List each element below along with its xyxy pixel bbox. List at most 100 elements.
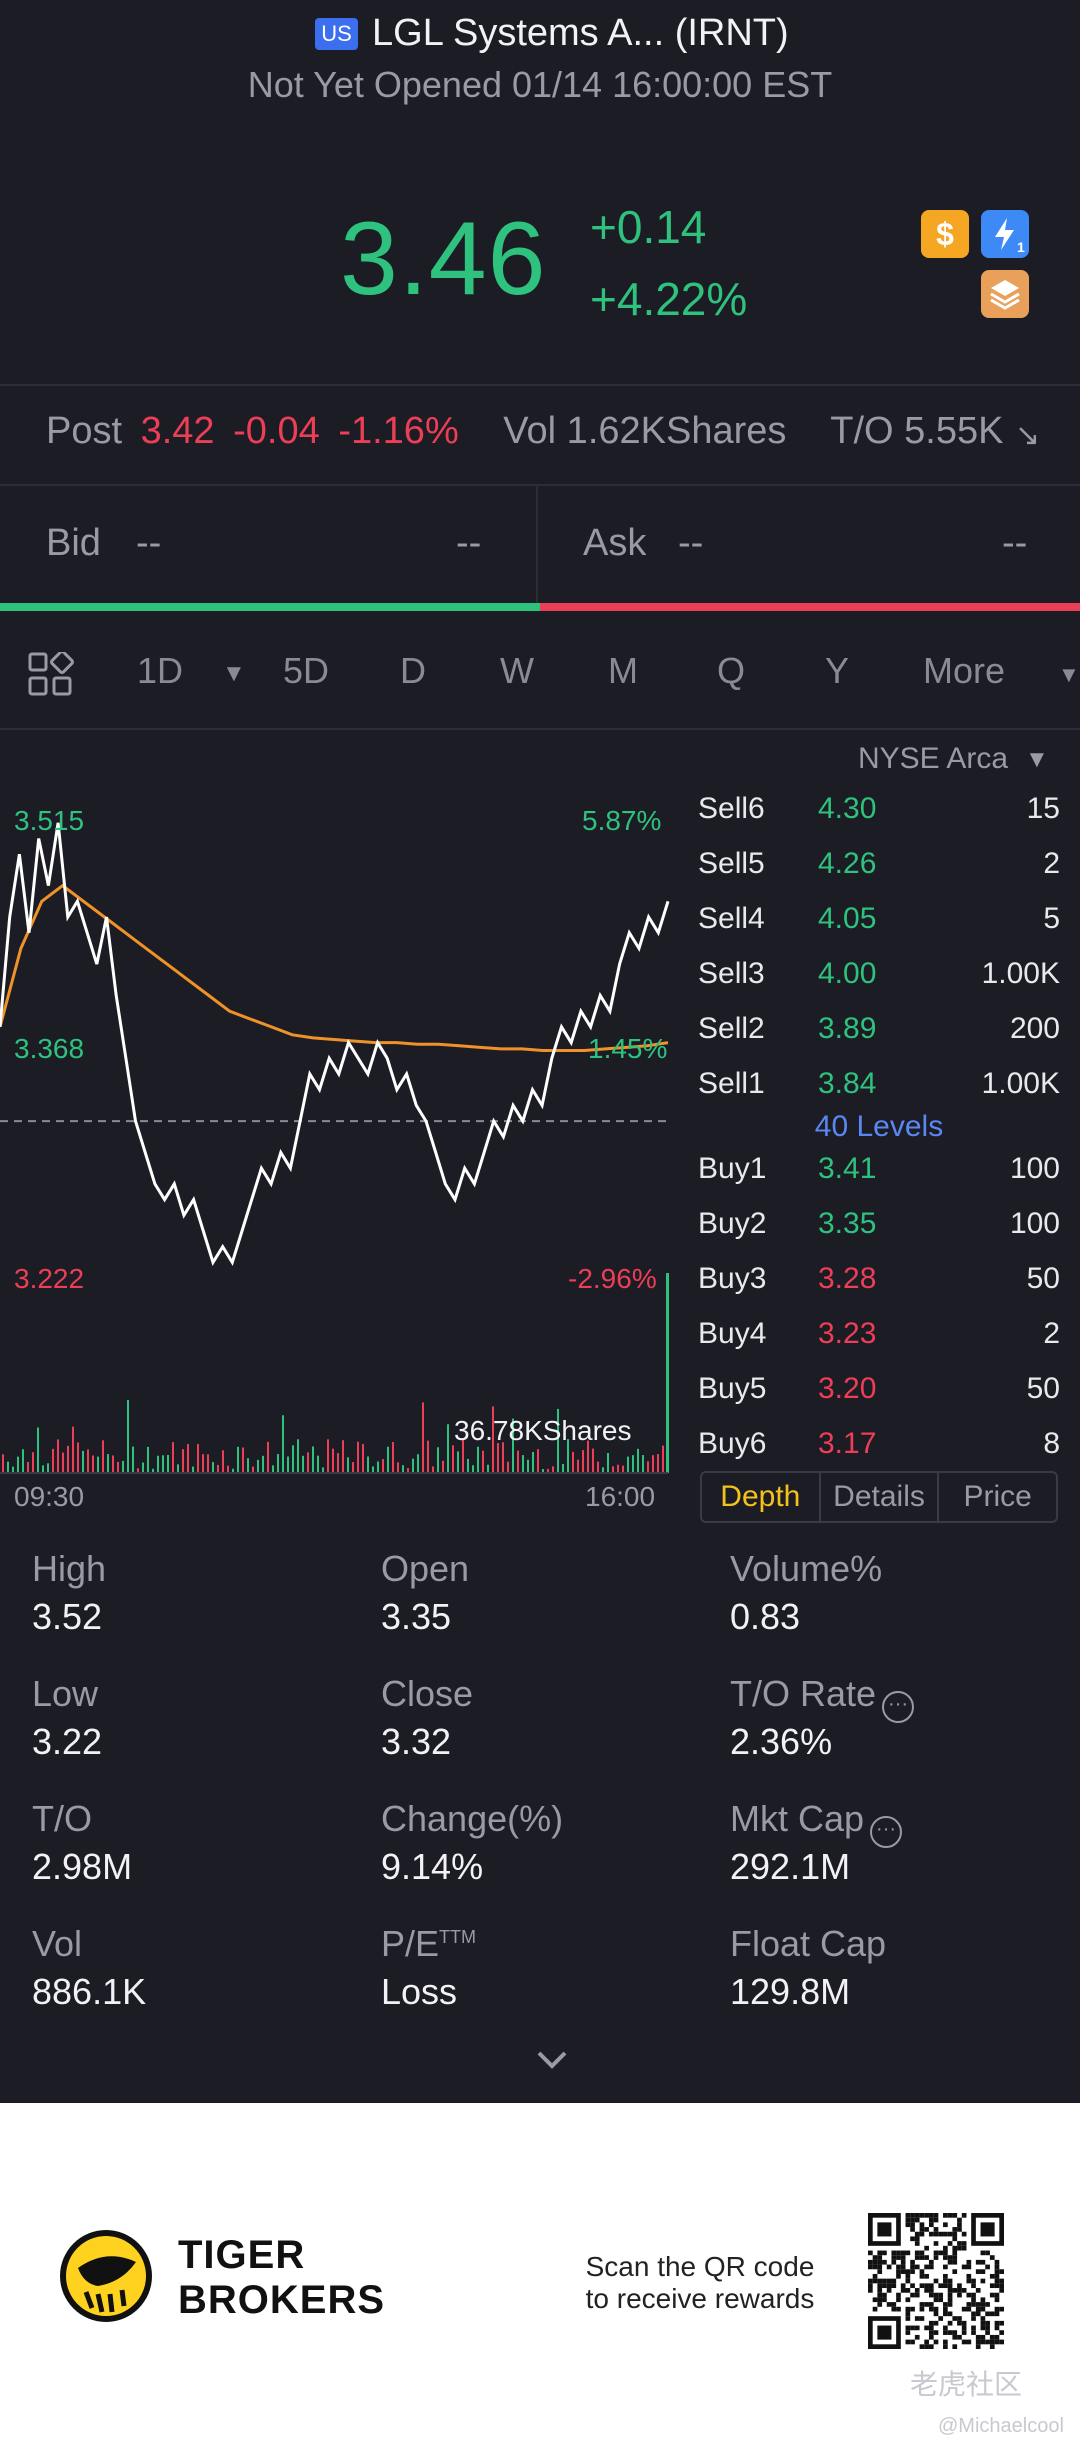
volume-bar xyxy=(257,1459,259,1473)
layers-icon[interactable] xyxy=(981,270,1029,318)
volume-bar xyxy=(182,1449,184,1473)
volume-bar xyxy=(202,1454,204,1473)
price-change-percent: +4.22% xyxy=(590,273,748,325)
chart-mid-percent: 1.45% xyxy=(588,1033,668,1064)
sell-qty: 200 xyxy=(1009,1012,1060,1045)
volume-bar xyxy=(452,1445,454,1473)
volume-bar xyxy=(352,1462,354,1473)
sell-price: 4.00 xyxy=(818,957,877,990)
volume-bar xyxy=(642,1455,644,1473)
chevron-down-icon[interactable]: ▼ xyxy=(1025,746,1049,774)
volume-bar xyxy=(27,1461,29,1473)
period-tabs: 1D ▼ 5D D W M Q Y More ▼ xyxy=(0,630,1080,730)
buy-row[interactable]: Buy2 3.35 100 xyxy=(698,1207,1060,1247)
tab-depth[interactable]: Depth xyxy=(702,1473,821,1521)
tab-price[interactable]: Price xyxy=(939,1473,1056,1521)
volume-bar xyxy=(362,1444,364,1473)
volume-bar xyxy=(392,1441,394,1473)
buy-row[interactable]: Buy3 3.28 50 xyxy=(698,1262,1060,1302)
volume-bar xyxy=(397,1462,399,1473)
buy-row[interactable]: Buy5 3.20 50 xyxy=(698,1372,1060,1412)
tiger-brokers-logo xyxy=(60,2230,152,2322)
tab-details[interactable]: Details xyxy=(821,1473,940,1521)
buy-price: 3.28 xyxy=(818,1262,877,1295)
tab-dropdown-icon[interactable]: ▼ xyxy=(222,660,246,688)
info-icon[interactable]: ··· xyxy=(870,1816,903,1848)
volume-bar xyxy=(262,1455,264,1473)
sell-level-name: Sell3 xyxy=(698,957,765,990)
sell-row[interactable]: Sell5 4.26 2 xyxy=(698,847,1060,887)
intraday-chart[interactable]: 3.515 5.87% 3.368 1.45% 3.222 -2.96% 36.… xyxy=(0,735,680,1512)
buy-qty: 100 xyxy=(1009,1207,1060,1240)
sell-row[interactable]: Sell3 4.00 1.00K xyxy=(698,957,1060,997)
info-icon[interactable]: ··· xyxy=(882,1691,915,1723)
buy-row[interactable]: Buy4 3.23 2 xyxy=(698,1317,1060,1357)
stock-title[interactable]: LGL Systems A... (IRNT) xyxy=(372,12,789,55)
tab-5d[interactable]: 5D xyxy=(283,650,329,692)
volume-bar xyxy=(82,1450,84,1473)
grid-icon[interactable] xyxy=(28,652,74,698)
stat-change-label: Change(%) xyxy=(381,1798,564,1839)
dollar-icon[interactable]: $ xyxy=(921,210,969,258)
tab-more[interactable]: More xyxy=(923,650,1005,692)
chart-low-percent: -2.96% xyxy=(568,1263,657,1294)
chart-high-percent: 5.87% xyxy=(582,805,662,836)
tab-y[interactable]: Y xyxy=(825,650,849,692)
expand-arrow-icon[interactable]: ↘ xyxy=(1015,418,1040,453)
chart-time-end: 16:00 xyxy=(585,1481,656,1512)
sell-price: 3.89 xyxy=(818,1012,877,1045)
sell-price: 3.84 xyxy=(818,1067,877,1100)
volume-bar xyxy=(457,1451,459,1473)
post-market-row: Post 3.42 -0.04 -1.16% Vol 1.62KShares T… xyxy=(46,410,1011,453)
scan-text-line2: to receive rewards xyxy=(585,2283,815,2314)
stat-volume-pct-value: 0.83 xyxy=(730,1596,801,1637)
market-badge: US xyxy=(315,18,358,50)
buy-qty: 50 xyxy=(1026,1262,1060,1295)
sell-row[interactable]: Sell2 3.89 200 xyxy=(698,1012,1060,1052)
sell-row[interactable]: Sell6 4.30 15 xyxy=(698,792,1060,832)
volume-bar xyxy=(87,1449,89,1473)
sell-qty: 5 xyxy=(1043,902,1060,935)
stat-change-value: 9.14% xyxy=(381,1846,484,1887)
exchange-selector[interactable]: NYSE Arca xyxy=(858,742,1008,776)
sell-row[interactable]: Sell4 4.05 5 xyxy=(698,902,1060,942)
ask-size: -- xyxy=(1002,522,1028,564)
tab-1d[interactable]: 1D xyxy=(137,650,183,692)
buy-qty: 2 xyxy=(1043,1317,1060,1350)
ask-ratio-bar xyxy=(540,603,1080,611)
tab-d[interactable]: D xyxy=(400,650,426,692)
volume-bar xyxy=(292,1445,294,1473)
volume-bar xyxy=(437,1447,439,1473)
sell-qty: 15 xyxy=(1026,792,1060,825)
buy-row[interactable]: Buy6 3.17 8 xyxy=(698,1427,1060,1467)
post-price: 3.42 xyxy=(140,410,215,452)
stat-open-value: 3.35 xyxy=(381,1596,452,1637)
volume-bar xyxy=(482,1450,484,1473)
buy-row[interactable]: Buy1 3.41 100 xyxy=(698,1152,1060,1192)
levels-link[interactable]: 40 Levels xyxy=(698,1110,1060,1144)
stat-to-label: T/O xyxy=(32,1798,92,1839)
volume-bar xyxy=(427,1440,429,1473)
stat-vol-label: Vol xyxy=(32,1923,83,1964)
volume-bar xyxy=(217,1464,219,1473)
volume-bar xyxy=(622,1465,624,1473)
volume-bar xyxy=(17,1456,19,1473)
stat-mkt-cap-value: 292.1M xyxy=(730,1846,851,1887)
volume-bar xyxy=(247,1458,249,1473)
average-price-line xyxy=(0,883,669,1052)
tab-q[interactable]: Q xyxy=(717,650,745,692)
flash-icon[interactable]: 1 xyxy=(981,210,1029,258)
volume-bar xyxy=(412,1458,414,1473)
sell-row[interactable]: Sell1 3.84 1.00K xyxy=(698,1067,1060,1107)
volume-bar xyxy=(467,1458,469,1473)
more-dropdown-icon[interactable]: ▼ xyxy=(1058,662,1080,688)
volume-bar xyxy=(612,1466,614,1473)
qr-code[interactable] xyxy=(868,2213,1004,2349)
buy-price: 3.23 xyxy=(818,1317,877,1350)
divider xyxy=(0,728,1080,730)
chevron-down-icon[interactable] xyxy=(535,2042,569,2076)
volume-bar xyxy=(652,1455,654,1473)
tab-w[interactable]: W xyxy=(500,650,534,692)
volume-bar xyxy=(472,1465,474,1473)
tab-m[interactable]: M xyxy=(608,650,638,692)
